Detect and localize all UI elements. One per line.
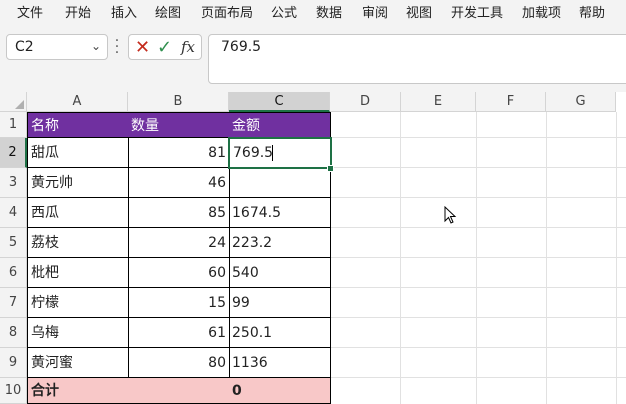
ribbon-menu-bar: 文件 开始 插入 绘图 页面布局 公式 数据 审阅 视图 开发工具 加载项 帮助 [0,0,626,22]
menu-review[interactable]: 审阅 [362,2,388,21]
table-cell-quantity[interactable]: 80 [128,348,230,378]
menu-developer[interactable]: 开发工具 [451,2,503,21]
column-header-g[interactable]: G [546,92,616,112]
column-header-b[interactable]: B [128,92,229,112]
gridline [330,137,626,138]
gridline [330,257,626,258]
menu-draw[interactable]: 绘图 [155,2,181,21]
column-header-f[interactable]: F [476,92,546,112]
table-cell-amount[interactable]: 250.1 [229,318,331,348]
table-cell-name[interactable]: 乌梅 [27,318,129,348]
row-header-5[interactable]: 5 [0,228,27,258]
menu-formulas[interactable]: 公式 [271,2,297,21]
menu-addins[interactable]: 加载项 [522,2,561,21]
insert-function-icon[interactable]: fx [181,38,195,56]
gridline [330,377,626,378]
cancel-icon[interactable]: ✕ [135,37,150,58]
column-header-a[interactable]: A [27,92,128,112]
row-header-3[interactable]: 3 [0,168,27,198]
gridline [330,347,626,348]
table-cell-quantity[interactable]: 24 [128,228,230,258]
table-cell-amount[interactable]: 540 [229,258,331,288]
table-cell-name[interactable]: 甜瓜 [27,138,129,168]
menu-insert[interactable]: 插入 [111,2,137,21]
menu-view[interactable]: 视图 [406,2,432,21]
formula-input[interactable]: 769.5 [208,34,626,84]
menu-help[interactable]: 帮助 [579,2,605,21]
name-box[interactable]: C2 ⌄ [6,34,108,60]
menu-data[interactable]: 数据 [316,2,342,21]
row-header-9[interactable]: 9 [0,348,27,378]
table-cell-name[interactable]: 柠檬 [27,288,129,318]
table-cell-quantity[interactable]: 85 [128,198,230,228]
row-header-2[interactable]: 2 [0,138,27,168]
menu-file[interactable]: 文件 [17,2,43,21]
table-cell-amount[interactable]: 223.2 [229,228,331,258]
gridline [330,227,626,228]
mouse-pointer-icon [444,206,457,224]
header-cell-quantity[interactable]: 数量 [128,112,230,138]
table-cell-quantity[interactable]: 60 [128,258,230,288]
gridline [330,197,626,198]
table-cell-name[interactable]: 西瓜 [27,198,129,228]
gridline [546,112,547,404]
row-header-10[interactable]: 10 [0,378,27,404]
table-cell-name[interactable]: 枇杷 [27,258,129,288]
active-cell-value: 769.5 [233,145,274,161]
table-cell-quantity[interactable]: 81 [128,138,230,168]
header-cell-name[interactable]: 名称 [27,112,129,138]
table-cell-amount[interactable]: 99 [229,288,331,318]
table-cell-name[interactable]: 黄元帅 [27,168,129,198]
total-quantity-cell[interactable] [128,378,230,404]
formula-input-value: 769.5 [221,39,262,55]
fill-handle[interactable] [327,165,334,172]
text-caret [272,145,273,161]
column-header-d[interactable]: D [330,92,401,112]
more-vertical-icon[interactable]: · · · [114,34,120,60]
total-label-cell[interactable]: 合计 [27,378,129,404]
gridline [616,112,617,404]
gridline [476,112,477,404]
gridline [330,287,626,288]
gridline [400,112,401,404]
row-header-1[interactable]: 1 [0,112,27,138]
check-icon[interactable]: ✓ [157,37,172,58]
table-cell-amount[interactable]: 1674.5 [229,198,331,228]
table-cell-name[interactable]: 荔枝 [27,228,129,258]
table-cell-amount[interactable]: 1136 [229,348,331,378]
gridline [330,317,626,318]
gridline [330,167,626,168]
column-header-c[interactable]: C [229,92,330,112]
table-cell-quantity[interactable]: 15 [128,288,230,318]
menu-home[interactable]: 开始 [65,2,91,21]
chevron-down-icon[interactable]: ⌄ [91,39,101,53]
table-cell-name[interactable]: 黄河蜜 [27,348,129,378]
name-box-value: C2 [15,39,34,55]
row-header-6[interactable]: 6 [0,258,27,288]
table-cell-quantity[interactable]: 46 [128,168,230,198]
formula-actions: ✕ ✓ fx [128,34,202,60]
header-cell-amount[interactable]: 金额 [229,112,331,138]
active-cell-c2[interactable]: 769.5 [228,137,332,169]
table-cell-quantity[interactable]: 61 [128,318,230,348]
row-header-7[interactable]: 7 [0,288,27,318]
table-cell-amount[interactable] [229,168,331,198]
row-header-8[interactable]: 8 [0,318,27,348]
select-all-button[interactable] [0,92,27,112]
column-header-e[interactable]: E [401,92,476,112]
menu-page-layout[interactable]: 页面布局 [201,2,253,21]
total-amount-cell[interactable]: 0 [229,378,331,404]
row-header-4[interactable]: 4 [0,198,27,228]
